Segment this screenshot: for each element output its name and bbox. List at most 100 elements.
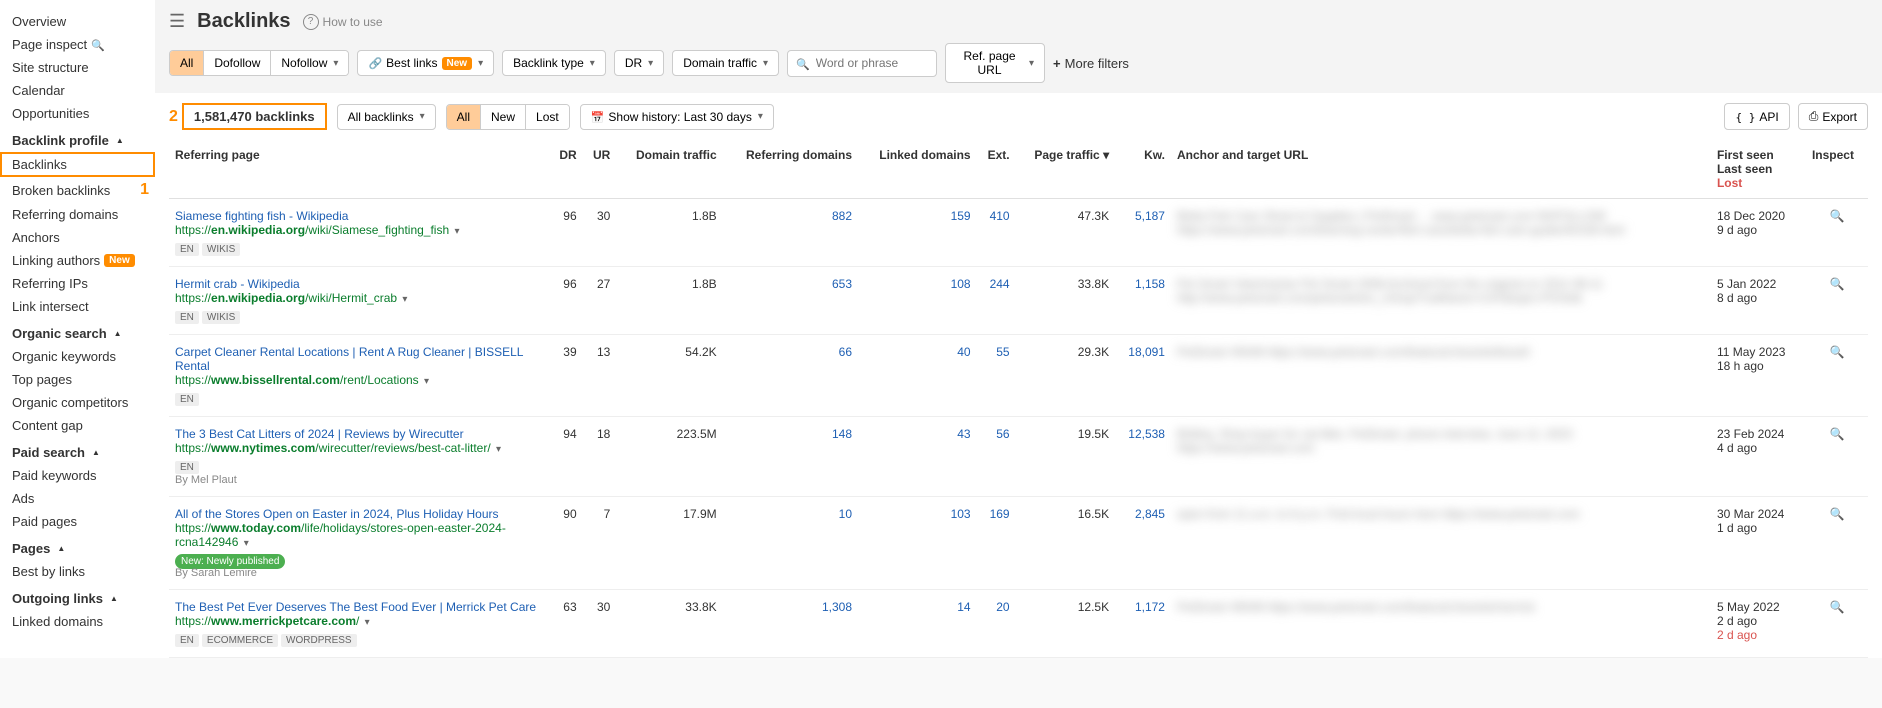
inspect-icon[interactable] [1830, 600, 1845, 614]
inspect-icon[interactable] [1830, 277, 1845, 291]
cell-linked-domains[interactable]: 43 [858, 417, 977, 497]
referring-page-url[interactable]: https://www.bissellrental.com/rent/Locat… [175, 373, 543, 387]
col-anchor[interactable]: Anchor and target URL [1171, 140, 1711, 199]
url-dropdown-icon[interactable] [400, 291, 407, 305]
sidebar-item-site-structure[interactable]: Site structure [0, 56, 155, 79]
cell-kw[interactable]: 12,538 [1115, 417, 1171, 497]
referring-page-url[interactable]: https://en.wikipedia.org/wiki/Siamese_fi… [175, 223, 543, 237]
cell-ext[interactable]: 55 [977, 335, 1016, 417]
sidebar-item-organic-competitors[interactable]: Organic competitors [0, 391, 155, 414]
more-filters-button[interactable]: More filters [1053, 56, 1129, 71]
referring-page-title[interactable]: The 3 Best Cat Litters of 2024 | Reviews… [175, 427, 543, 441]
cell-ext[interactable]: 20 [977, 590, 1016, 658]
url-dropdown-icon[interactable] [363, 614, 370, 628]
cell-ext[interactable]: 410 [977, 199, 1016, 267]
sidebar-item-content-gap[interactable]: Content gap [0, 414, 155, 437]
col-dr[interactable]: DR [549, 140, 583, 199]
cell-kw[interactable]: 1,172 [1115, 590, 1171, 658]
cell-kw[interactable]: 18,091 [1115, 335, 1171, 417]
inspect-icon[interactable] [1830, 507, 1845, 521]
cell-ref-domains[interactable]: 10 [723, 497, 858, 590]
filter-dr[interactable]: DR [614, 50, 664, 76]
how-to-use-link[interactable]: How to use [303, 13, 383, 30]
referring-page-title[interactable]: All of the Stores Open on Easter in 2024… [175, 507, 543, 521]
filter-backlink-type[interactable]: Backlink type [502, 50, 606, 76]
status-all[interactable]: All [447, 105, 481, 129]
sidebar-item-linking-authors[interactable]: Linking authors New [0, 249, 155, 272]
col-ur[interactable]: UR [583, 140, 617, 199]
hamburger-icon[interactable]: ☰ [169, 11, 185, 32]
url-dropdown-icon[interactable] [452, 223, 459, 237]
cell-ext[interactable]: 169 [977, 497, 1016, 590]
status-new[interactable]: New [481, 105, 526, 129]
col-domain-traffic[interactable]: Domain traffic [616, 140, 722, 199]
sidebar-item-referring-domains[interactable]: Referring domains [0, 203, 155, 226]
cell-linked-domains[interactable]: 159 [858, 199, 977, 267]
filter-best-links[interactable]: Best links New [357, 50, 494, 76]
sidebar-section-paid-search[interactable]: Paid search [0, 437, 155, 464]
col-inspect[interactable]: Inspect [1806, 140, 1868, 199]
sidebar-item-overview[interactable]: Overview [0, 10, 155, 33]
referring-page-title[interactable]: Siamese fighting fish - Wikipedia [175, 209, 543, 223]
referring-page-url[interactable]: https://www.nytimes.com/wirecutter/revie… [175, 441, 543, 455]
col-referring-page[interactable]: Referring page [169, 140, 549, 199]
sidebar-item-paid-keywords[interactable]: Paid keywords [0, 464, 155, 487]
cell-linked-domains[interactable]: 103 [858, 497, 977, 590]
filter-all[interactable]: All [170, 51, 204, 75]
cell-linked-domains[interactable]: 14 [858, 590, 977, 658]
sidebar-section-backlink-profile[interactable]: Backlink profile [0, 125, 155, 152]
filter-nofollow[interactable]: Nofollow [271, 51, 348, 75]
inspect-icon[interactable] [1830, 345, 1845, 359]
sidebar-item-broken-backlinks[interactable]: Broken backlinks 1 [0, 177, 155, 203]
sidebar-item-linked-domains[interactable]: Linked domains [0, 610, 155, 633]
col-dates[interactable]: First seen Last seen Lost [1711, 140, 1806, 199]
col-ext[interactable]: Ext. [977, 140, 1016, 199]
cell-ext[interactable]: 56 [977, 417, 1016, 497]
sidebar-item-ads[interactable]: Ads [0, 487, 155, 510]
sidebar-item-organic-keywords[interactable]: Organic keywords [0, 345, 155, 368]
sidebar-section-outgoing-links[interactable]: Outgoing links [0, 583, 155, 610]
export-button[interactable]: Export [1798, 103, 1868, 130]
cell-kw[interactable]: 2,845 [1115, 497, 1171, 590]
url-dropdown-icon[interactable] [422, 373, 429, 387]
cell-linked-domains[interactable]: 40 [858, 335, 977, 417]
inspect-icon[interactable] [1830, 427, 1845, 441]
cell-kw[interactable]: 1,158 [1115, 267, 1171, 335]
referring-page-title[interactable]: The Best Pet Ever Deserves The Best Food… [175, 600, 543, 614]
url-dropdown-icon[interactable] [494, 441, 501, 455]
referring-page-url[interactable]: https://www.today.com/life/holidays/stor… [175, 521, 543, 549]
sidebar-section-pages[interactable]: Pages [0, 533, 155, 560]
url-dropdown-icon[interactable] [242, 535, 249, 549]
all-backlinks-dropdown[interactable]: All backlinks [337, 104, 436, 130]
filter-ref-page-url[interactable]: Ref. page URL [945, 43, 1045, 83]
filter-domain-traffic[interactable]: Domain traffic [672, 50, 779, 76]
col-page-traffic[interactable]: Page traffic ▾ [1016, 140, 1116, 199]
referring-page-url[interactable]: https://en.wikipedia.org/wiki/Hermit_cra… [175, 291, 543, 305]
sidebar-item-paid-pages[interactable]: Paid pages [0, 510, 155, 533]
cell-ref-domains[interactable]: 653 [723, 267, 858, 335]
col-referring-domains[interactable]: Referring domains [723, 140, 858, 199]
sidebar-item-opportunities[interactable]: Opportunities [0, 102, 155, 125]
inspect-icon[interactable] [1830, 209, 1845, 223]
cell-ref-domains[interactable]: 882 [723, 199, 858, 267]
sidebar-item-top-pages[interactable]: Top pages [0, 368, 155, 391]
col-linked-domains[interactable]: Linked domains [858, 140, 977, 199]
col-kw[interactable]: Kw. [1115, 140, 1171, 199]
search-input[interactable] [816, 56, 928, 70]
search-filter[interactable] [787, 50, 937, 77]
filter-dofollow[interactable]: Dofollow [204, 51, 271, 75]
api-button[interactable]: API [1724, 103, 1789, 130]
sidebar-section-organic-search[interactable]: Organic search [0, 318, 155, 345]
sidebar-item-referring-ips[interactable]: Referring IPs [0, 272, 155, 295]
sidebar-item-calendar[interactable]: Calendar [0, 79, 155, 102]
cell-ref-domains[interactable]: 148 [723, 417, 858, 497]
sidebar-item-anchors[interactable]: Anchors [0, 226, 155, 249]
sidebar-item-best-by-links[interactable]: Best by links [0, 560, 155, 583]
cell-ext[interactable]: 244 [977, 267, 1016, 335]
cell-kw[interactable]: 5,187 [1115, 199, 1171, 267]
sidebar-item-page-inspect[interactable]: Page inspect [0, 33, 155, 56]
show-history-dropdown[interactable]: Show history: Last 30 days [580, 104, 774, 130]
referring-page-title[interactable]: Hermit crab - Wikipedia [175, 277, 543, 291]
status-lost[interactable]: Lost [526, 105, 569, 129]
sidebar-item-link-intersect[interactable]: Link intersect [0, 295, 155, 318]
